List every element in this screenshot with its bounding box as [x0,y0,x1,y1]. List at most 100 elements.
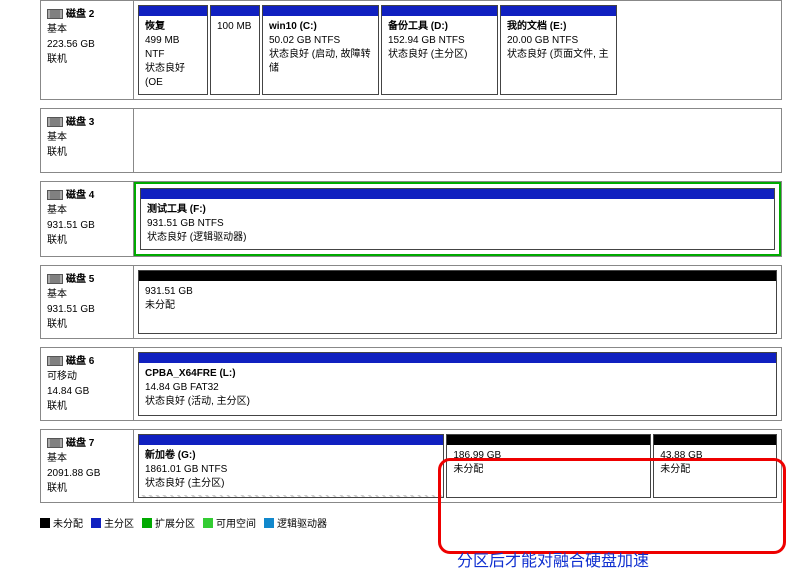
partition-header [139,353,776,363]
partition-body: 恢复 499 MB NTF 状态良好 (OE [139,16,207,94]
partition-body: 新加卷 (G:) 1861.01 GB NTFS 状态良好 (主分区) [139,445,443,495]
partition-status: 状态良好 (逻辑驱动器) [147,231,768,245]
legend-item: 扩展分区 [142,515,195,530]
disk-size: 2091.88 GB [47,466,127,481]
partition-body: 测试工具 (F:) 931.51 GB NTFS 状态良好 (逻辑驱动器) [141,199,774,249]
partition-size: 50.02 GB NTFS [269,34,372,48]
disk-status: 联机 [47,317,127,332]
disk-name: 磁盘 2 [66,9,94,20]
partition-body: win10 (C:) 50.02 GB NTFS 状态良好 (启动, 故障转储 [263,16,378,80]
disk-size: 931.51 GB [47,302,127,317]
partition-title: 我的文档 (E:) [507,20,610,34]
annotation-text: 分区后才能对融合硬盘加速 [457,547,649,571]
disk-type: 基本 [47,203,127,218]
partition-title: 恢复 [145,20,201,34]
partition-body: 备份工具 (D:) 152.94 GB NTFS 状态良好 (主分区) [382,16,497,66]
disk-icon [47,274,63,284]
partition-status: 未分配 [660,463,770,477]
partition-unallocated-1[interactable]: 186.99 GB 未分配 [446,434,651,498]
partition-header [139,435,443,445]
partition-size: 499 MB NTF [145,34,201,62]
disk-name: 磁盘 7 [66,438,94,449]
disk-info: 磁盘 6 可移动 14.84 GB 联机 [41,348,134,420]
partitions-container: 恢复 499 MB NTF 状态良好 (OE 100 MB win10 (C:)… [134,1,781,99]
disk-info: 磁盘 2 基本 223.56 GB 联机 [41,1,134,99]
partition-body: 我的文档 (E:) 20.00 GB NTFS 状态良好 (页面文件, 主 [501,16,616,66]
legend-item: 主分区 [91,515,134,530]
disk-type: 基本 [47,287,127,302]
partition-size: 14.84 GB FAT32 [145,381,770,395]
disk-icon [47,190,63,200]
partition-unallocated[interactable]: 931.51 GB 未分配 [138,270,777,334]
disk-type: 基本 [47,451,127,466]
disk-name: 磁盘 4 [66,190,94,201]
disk-info: 磁盘 4 基本 931.51 GB 联机 [41,182,134,256]
partition-header [654,435,776,445]
partition-recovery[interactable]: 恢复 499 MB NTF 状态良好 (OE [138,5,208,95]
legend-item: 可用空间 [203,515,256,530]
partition-g[interactable]: 新加卷 (G:) 1861.01 GB NTFS 状态良好 (主分区) [138,434,444,498]
partition-header [139,6,207,16]
partition-title: 新加卷 (G:) [145,449,437,463]
disk-status: 联机 [47,233,127,248]
disk-row-4[interactable]: 磁盘 4 基本 931.51 GB 联机 测试工具 (F:) 931.51 GB… [40,181,782,257]
partition-l[interactable]: CPBA_X64FRE (L:) 14.84 GB FAT32 状态良好 (活动… [138,352,777,416]
disk-info: 磁盘 3 基本 联机 [41,109,134,172]
legend-label: 逻辑驱动器 [277,515,327,530]
disk-row-5[interactable]: 磁盘 5 基本 931.51 GB 联机 931.51 GB 未分配 [40,265,782,339]
partition-system[interactable]: 100 MB [210,5,260,95]
partition-c[interactable]: win10 (C:) 50.02 GB NTFS 状态良好 (启动, 故障转储 [262,5,379,95]
legend-label: 主分区 [104,515,134,530]
partition-unallocated-2[interactable]: 43.88 GB 未分配 [653,434,777,498]
partition-status: 未分配 [453,463,644,477]
disk-row-3[interactable]: 磁盘 3 基本 联机 [40,108,782,173]
disk-size: 14.84 GB [47,384,127,399]
partitions-container: CPBA_X64FRE (L:) 14.84 GB FAT32 状态良好 (活动… [134,348,781,420]
disk-info: 磁盘 5 基本 931.51 GB 联机 [41,266,134,338]
partition-status: 状态良好 (页面文件, 主 [507,48,610,62]
disk-row-7[interactable]: 磁盘 7 基本 2091.88 GB 联机 新加卷 (G:) 1861.01 G… [40,429,782,503]
disk-name: 磁盘 3 [66,117,94,128]
disk-icon [47,356,63,366]
legend-swatch [264,518,274,528]
partition-title: 测试工具 (F:) [147,203,768,217]
disk-type: 基本 [47,130,127,145]
disk-type: 基本 [47,22,127,37]
disk-status: 联机 [47,52,127,67]
partitions-container: 931.51 GB 未分配 [134,266,781,338]
partition-size: 152.94 GB NTFS [388,34,491,48]
partition-status: 状态良好 (活动, 主分区) [145,395,770,409]
partitions-container [134,109,781,172]
legend-swatch [203,518,213,528]
partition-e[interactable]: 我的文档 (E:) 20.00 GB NTFS 状态良好 (页面文件, 主 [500,5,617,95]
partition-header [501,6,616,16]
partition-size: 20.00 GB NTFS [507,34,610,48]
legend-item: 未分配 [40,515,83,530]
partition-header [382,6,497,16]
partitions-container: 测试工具 (F:) 931.51 GB NTFS 状态良好 (逻辑驱动器) [134,182,781,256]
partition-size: 186.99 GB [453,449,644,463]
partition-size: 43.88 GB [660,449,770,463]
disk-status: 联机 [47,399,127,414]
disk-name: 磁盘 6 [66,356,94,367]
disk-icon [47,438,63,448]
disk-info: 磁盘 7 基本 2091.88 GB 联机 [41,430,134,502]
disk-type: 可移动 [47,369,127,384]
disk-status: 联机 [47,145,127,160]
partition-size: 100 MB [217,20,253,34]
disk-row-2[interactable]: 磁盘 2 基本 223.56 GB 联机 恢复 499 MB NTF 状态良好 … [40,0,782,100]
partition-status: 状态良好 (主分区) [145,477,437,491]
partition-header [141,189,774,199]
partition-title: win10 (C:) [269,20,372,34]
disk-size: 223.56 GB [47,37,127,52]
partition-body: 931.51 GB 未分配 [139,281,776,317]
partition-f[interactable]: 测试工具 (F:) 931.51 GB NTFS 状态良好 (逻辑驱动器) [140,188,775,250]
partition-d[interactable]: 备份工具 (D:) 152.94 GB NTFS 状态良好 (主分区) [381,5,498,95]
partition-header [263,6,378,16]
disk-icon [47,9,63,19]
disk-name: 磁盘 5 [66,274,94,285]
legend-item: 逻辑驱动器 [264,515,327,530]
disk-row-6[interactable]: 磁盘 6 可移动 14.84 GB 联机 CPBA_X64FRE (L:) 14… [40,347,782,421]
partition-title: CPBA_X64FRE (L:) [145,367,770,381]
legend-label: 可用空间 [216,515,256,530]
